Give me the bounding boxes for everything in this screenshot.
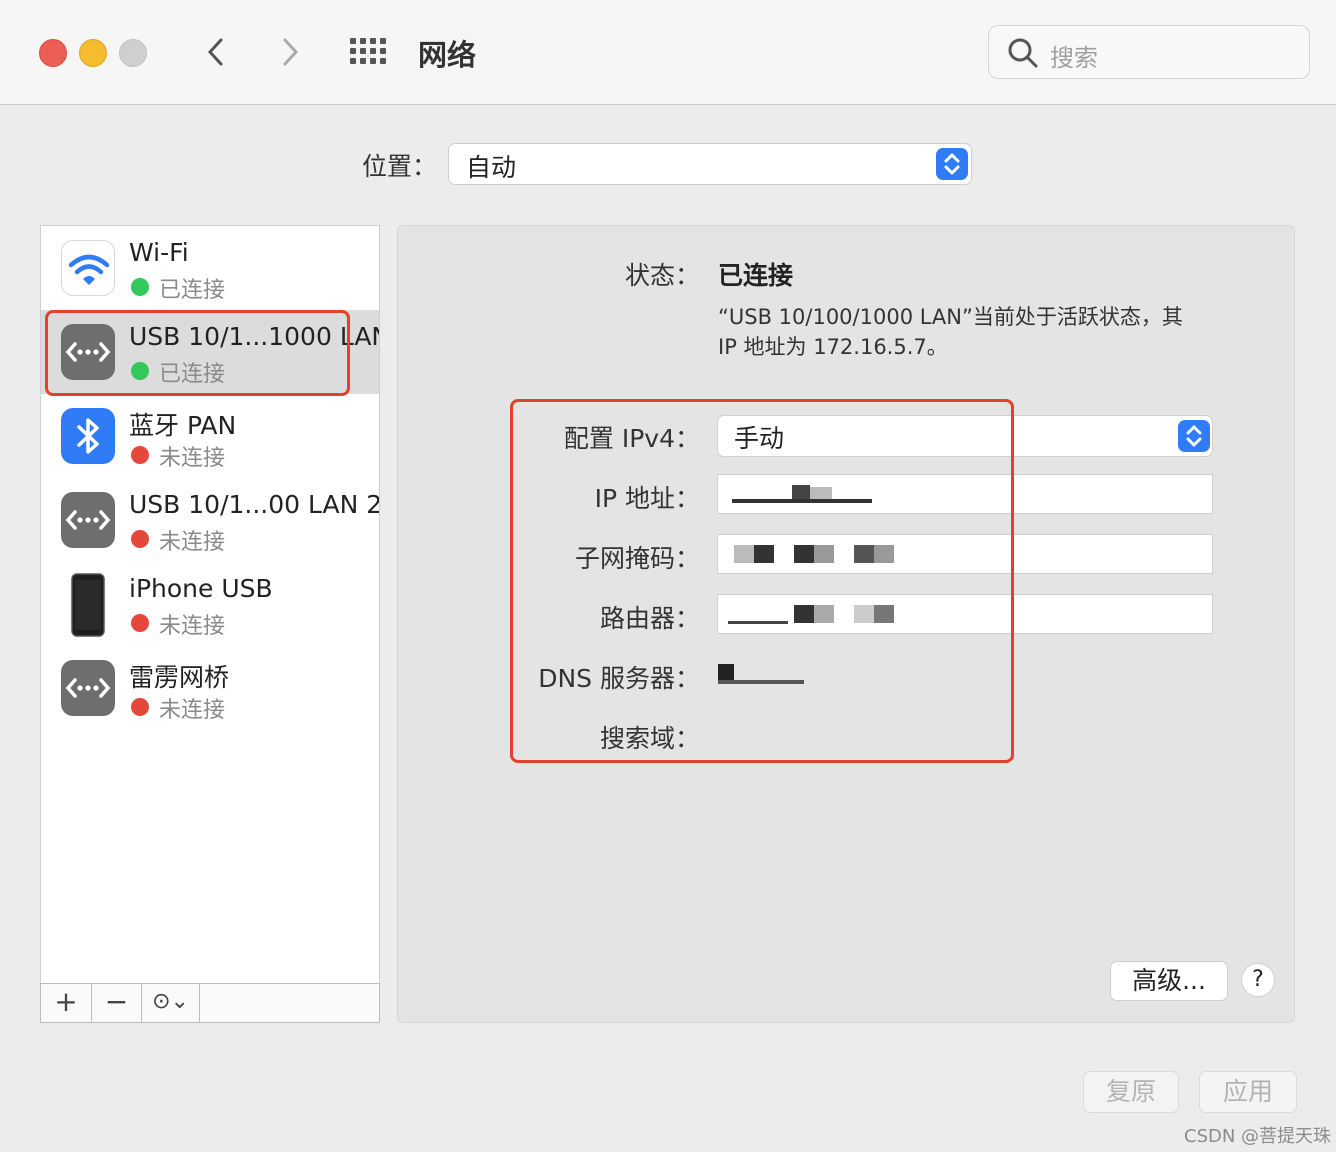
configure-stepper-icon[interactable] xyxy=(1178,420,1210,452)
service-name: 雷雳网桥 xyxy=(129,663,230,692)
watermark: CSDN @菩提天珠 xyxy=(1184,1126,1332,1147)
back-button[interactable] xyxy=(196,30,236,74)
ethernet-icon xyxy=(61,492,115,548)
status-dot xyxy=(131,278,149,296)
service-status: 未连接 xyxy=(159,698,226,723)
service-status: 未连接 xyxy=(159,446,226,471)
status-value: 已连接 xyxy=(718,261,794,290)
revert-button[interactable]: 复原 xyxy=(1083,1071,1179,1113)
service-status: 未连接 xyxy=(159,614,226,639)
service-name: USB 10/1...00 LAN 2 xyxy=(129,490,380,519)
location-select[interactable] xyxy=(448,143,972,185)
zoom-window-button[interactable] xyxy=(119,39,147,67)
bluetooth-icon xyxy=(61,408,115,464)
location-label: 位置： xyxy=(362,152,438,181)
service-item-iphone-usb[interactable]: iPhone USB 未连接 xyxy=(41,562,379,646)
status-description: “USB 10/100/1000 LAN”当前处于活跃状态，其 IP 地址为 1… xyxy=(718,302,1218,362)
service-name: 蓝牙 PAN xyxy=(129,411,237,440)
status-dot xyxy=(131,614,149,632)
apply-button[interactable]: 应用 xyxy=(1199,1071,1297,1113)
ethernet-icon xyxy=(61,660,115,716)
show-all-grid-icon[interactable] xyxy=(350,38,390,66)
service-item-bluetooth[interactable]: 蓝牙 PAN 未连接 xyxy=(41,394,379,478)
search-placeholder: 搜索 xyxy=(1050,44,1098,72)
status-description-line: IP 地址为 172.16.5.7。 xyxy=(718,335,948,359)
status-label: 状态： xyxy=(624,261,700,290)
search-icon xyxy=(1008,38,1038,68)
close-window-button[interactable] xyxy=(39,39,67,67)
status-dot xyxy=(131,698,149,716)
chevron-left-icon xyxy=(207,38,223,66)
iphone-icon xyxy=(61,573,115,637)
status-dot xyxy=(131,446,149,464)
minimize-window-button[interactable] xyxy=(79,39,107,67)
status-description-line: “USB 10/100/1000 LAN”当前处于活跃状态，其 xyxy=(718,305,1183,329)
help-button[interactable]: ? xyxy=(1241,963,1275,997)
location-value: 自动 xyxy=(466,153,517,182)
service-status: 未连接 xyxy=(159,530,226,555)
advanced-button[interactable]: 高级... xyxy=(1110,961,1228,1001)
service-item-thunderbolt-bridge[interactable]: 雷雳网桥 未连接 xyxy=(41,646,379,730)
forward-button[interactable] xyxy=(270,30,310,74)
highlight-box xyxy=(45,310,350,396)
status-dot xyxy=(131,530,149,548)
service-status: 已连接 xyxy=(159,278,226,303)
location-stepper-icon[interactable] xyxy=(936,148,968,180)
service-name: Wi-Fi xyxy=(129,238,189,267)
window-title: 网络 xyxy=(418,38,477,72)
service-list-toolbar: + − ⊙⌄ xyxy=(40,983,380,1023)
wifi-icon xyxy=(61,240,115,296)
chevron-right-icon xyxy=(283,38,299,66)
service-item-usb-lan-2[interactable]: USB 10/1...00 LAN 2 未连接 xyxy=(41,478,379,562)
service-item-wifi[interactable]: Wi-Fi 已连接 xyxy=(41,226,379,310)
remove-service-button[interactable]: − xyxy=(92,984,142,1022)
service-name: iPhone USB xyxy=(129,574,273,603)
action-menu-button[interactable]: ⊙⌄ xyxy=(142,984,200,1022)
highlight-box xyxy=(510,399,1014,763)
add-service-button[interactable]: + xyxy=(41,984,92,1022)
